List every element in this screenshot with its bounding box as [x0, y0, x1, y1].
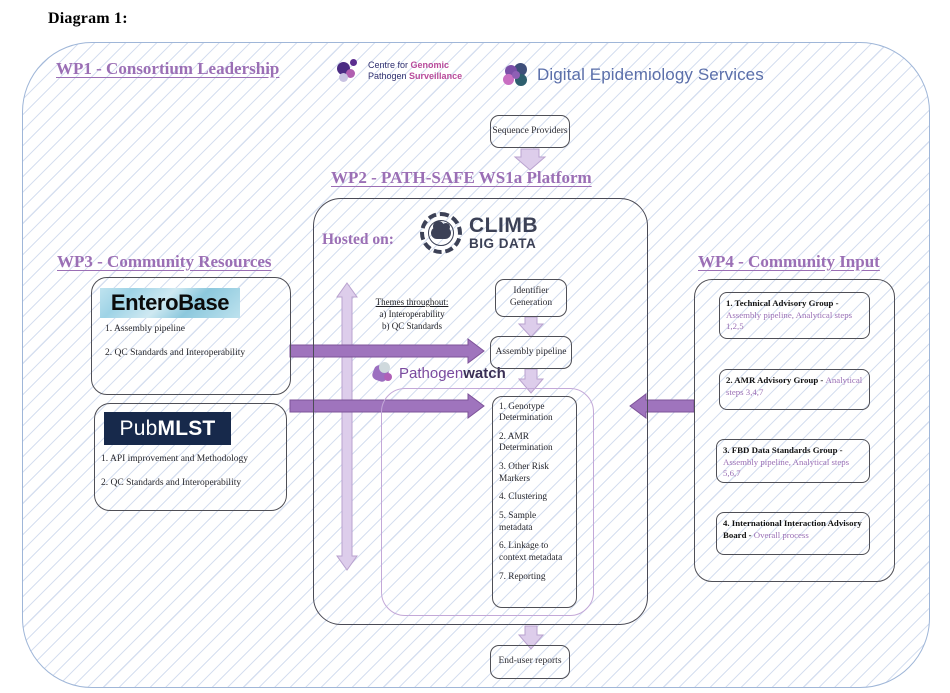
enterobase-item-2: 2. QC Standards and Interoperability	[105, 348, 246, 358]
wp4-group-1-title: 1. Technical Advisory Group -	[726, 298, 839, 308]
pubmlst-items: 1. API improvement and Methodology 2. QC…	[101, 454, 283, 502]
node-sequence-providers: Sequence Providers	[490, 115, 570, 148]
wp4-group-4: 4. International Interaction Advisory Bo…	[716, 512, 870, 555]
climb-line2: BIG DATA	[469, 236, 537, 252]
climb-logo-text: CLIMB BIG DATA	[469, 215, 538, 251]
enterobase-logo: EnteroBase	[100, 288, 240, 318]
cgps-line2-bold: Surveillance	[409, 71, 463, 81]
analytical-step-4: 4. Clustering	[499, 492, 548, 503]
pathogenwatch-plain: Pathogen	[399, 364, 464, 382]
enterobase-items: 1. Assembly pipeline 2. QC Standards and…	[105, 324, 285, 372]
wp4-heading: WP4 - Community Input	[698, 252, 880, 271]
climb-line1: CLIMB	[469, 214, 538, 238]
node-end-user-reports-label: End-user reports	[498, 656, 562, 667]
node-identifier-generation-label: Identifier Generation	[509, 286, 553, 308]
pathogenwatch-logo-text: Pathogenwatch	[399, 365, 506, 382]
pubmlst-bold: MLST	[157, 416, 216, 440]
hosted-on-label: Hosted on:	[322, 231, 394, 248]
wp4-group-3: 3. FBD Data Standards Group - Assembly p…	[716, 439, 870, 483]
node-assembly-pipeline-label: Assembly pipeline	[495, 346, 567, 357]
des-mark-icon	[503, 62, 531, 88]
cgps-logo: Centre for Genomic Pathogen Surveillance	[337, 59, 462, 83]
node-sequence-providers-label: Sequence Providers	[492, 125, 568, 136]
wp4-group-4-detail: Overall process	[753, 529, 809, 540]
cgps-line1-plain: Centre for	[368, 60, 411, 71]
pubmlst-item-2: 2. QC Standards and Interoperability	[101, 478, 242, 488]
wp2-heading: WP2 - PATH-SAFE WS1a Platform	[331, 168, 592, 187]
analytical-step-7: 7. Reporting	[499, 571, 546, 582]
diagram-canvas: Diagram 1: WP1 - Consortium Leadership W…	[0, 0, 950, 693]
wp3-heading: WP3 - Community Resources	[57, 252, 272, 271]
pubmlst-logo: PubMLST	[104, 412, 231, 445]
analytical-step-3: 3. Other Risk Markers	[499, 462, 549, 484]
node-identifier-generation: Identifier Generation	[495, 279, 567, 317]
des-logo-text: Digital Epidemiology Services	[537, 65, 764, 84]
wp4-group-3-title: 3. FBD Data Standards Group -	[723, 445, 843, 455]
wp4-group-1-detail: Assembly pipeline, Analytical steps 1,2,…	[726, 309, 853, 332]
analytical-step-5: 5. Sample metadata	[499, 511, 537, 533]
pubmlst-plain: Pub	[119, 416, 158, 440]
enterobase-item-1: 1. Assembly pipeline	[105, 324, 185, 334]
cgps-line1-bold: Genomic	[410, 60, 450, 71]
analytical-step-2: 2. AMR Determination	[499, 432, 553, 454]
climb-big-data-logo: CLIMB BIG DATA	[420, 212, 538, 254]
wp4-group-2: 2. AMR Advisory Group - Analytical steps…	[719, 369, 870, 410]
analytical-steps-list: 1. Genotype Determination 2. AMR Determi…	[492, 396, 577, 608]
node-end-user-reports: End-user reports	[490, 645, 570, 679]
pubmlst-item-1: 1. API improvement and Methodology	[101, 454, 248, 464]
wp4-group-3-detail: Assembly pipeline, Analytical steps 5,6,…	[723, 456, 850, 479]
themes-heading: Themes throughout:	[375, 297, 449, 307]
wp4-group-2-title: 2. AMR Advisory Group -	[726, 375, 826, 385]
themes-item-a: a) Interoperability	[379, 309, 445, 320]
pubmlst-logo-text: PubMLST	[120, 417, 216, 441]
analytical-step-1: 1. Genotype Determination	[499, 402, 553, 424]
climb-cloud-icon	[420, 212, 462, 254]
node-assembly-pipeline: Assembly pipeline	[490, 336, 572, 369]
cgps-mark-icon	[337, 59, 363, 83]
wp1-heading: WP1 - Consortium Leadership	[56, 59, 280, 78]
enterobase-logo-text: EnteroBase	[110, 290, 230, 315]
themes-throughout-note: Themes throughout: a) Interoperability b…	[352, 296, 472, 332]
themes-item-b: b) QC Standards	[382, 321, 442, 332]
digital-epidemiology-services-logo: Digital Epidemiology Services	[503, 62, 764, 88]
cgps-logo-text: Centre for Genomic Pathogen Surveillance	[368, 60, 462, 82]
page-title: Diagram 1:	[48, 10, 128, 27]
pathogenwatch-mark-icon	[370, 362, 394, 384]
cgps-line2-plain: Pathogen	[368, 71, 410, 81]
wp4-group-1: 1. Technical Advisory Group - Assembly p…	[719, 292, 870, 339]
analytical-step-6: 6. Linkage to context metadata	[499, 541, 563, 563]
pathogenwatch-logo: Pathogenwatch	[370, 362, 506, 384]
